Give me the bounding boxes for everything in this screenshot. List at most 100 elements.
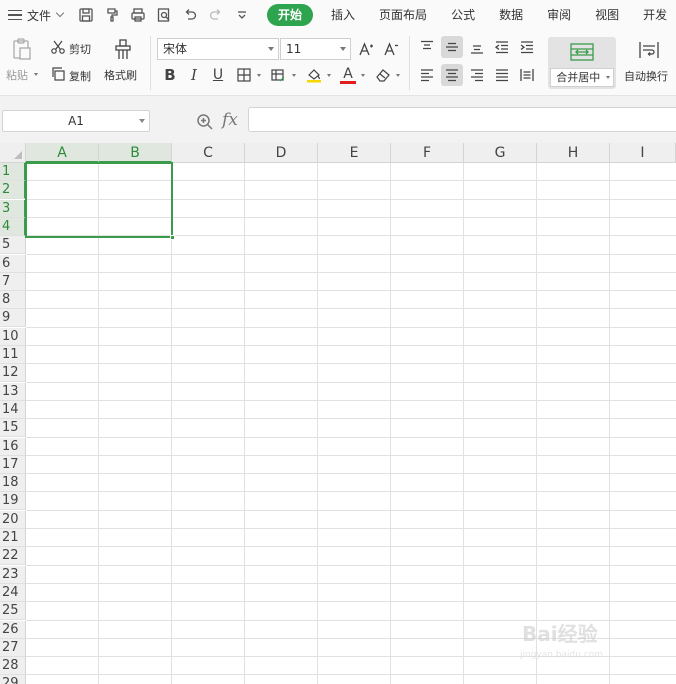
tab-insert[interactable]: 插入: [319, 0, 367, 30]
row-header-13[interactable]: 13: [0, 382, 26, 401]
column-header-g[interactable]: G: [464, 143, 537, 163]
distributed-align-button[interactable]: [516, 64, 538, 86]
font-size-select[interactable]: 11: [280, 38, 351, 60]
column-header-i[interactable]: I: [610, 143, 676, 163]
row-header-24[interactable]: 24: [0, 583, 26, 602]
wrap-text-button[interactable]: 自动换行: [622, 36, 676, 88]
bold-button[interactable]: B: [159, 64, 181, 86]
row-header-11[interactable]: 11: [0, 346, 26, 364]
fill-color-dropdown-arrow[interactable]: [327, 74, 331, 77]
redo-icon[interactable]: [205, 4, 227, 26]
fx-button[interactable]: fx: [222, 110, 238, 130]
column-header-e[interactable]: E: [318, 143, 391, 163]
increase-indent-button[interactable]: [516, 36, 538, 58]
tab-developer[interactable]: 开发: [631, 0, 676, 30]
row-header-2[interactable]: 2: [0, 181, 26, 200]
column-header-b[interactable]: B: [99, 143, 172, 163]
select-all-corner[interactable]: [0, 143, 26, 163]
print-icon[interactable]: [127, 4, 149, 26]
justify-button[interactable]: [491, 64, 513, 86]
row-header-18[interactable]: 18: [0, 474, 26, 493]
align-center-button[interactable]: [441, 64, 463, 86]
row-header-1[interactable]: 1: [0, 163, 26, 181]
tab-view[interactable]: 视图: [583, 0, 631, 30]
borders-button[interactable]: [233, 64, 255, 86]
row-header-27[interactable]: 27: [0, 638, 26, 657]
font-color-dropdown-arrow[interactable]: [361, 74, 365, 77]
row-header-26[interactable]: 26: [0, 620, 26, 639]
fill-pattern-dropdown-arrow[interactable]: [292, 74, 296, 77]
row-header-22[interactable]: 22: [0, 547, 26, 566]
row-header-12[interactable]: 12: [0, 364, 26, 383]
column-header-a[interactable]: A: [26, 143, 99, 163]
align-middle-button[interactable]: [441, 36, 463, 58]
decrease-indent-button[interactable]: [491, 36, 513, 58]
row-gridline: [26, 290, 676, 292]
row-header-9[interactable]: 9: [0, 309, 26, 328]
row-header-19[interactable]: 19: [0, 492, 26, 511]
print-preview-icon[interactable]: [153, 4, 175, 26]
align-right-button[interactable]: [466, 64, 488, 86]
underline-button[interactable]: U: [207, 64, 229, 86]
name-box[interactable]: A1: [2, 110, 150, 132]
font-color-button[interactable]: A: [337, 64, 359, 86]
row-header-20[interactable]: 20: [0, 510, 26, 529]
customize-icon[interactable]: [231, 4, 253, 26]
row-header-10[interactable]: 10: [0, 327, 26, 346]
italic-button[interactable]: I: [183, 64, 205, 86]
font-name-select[interactable]: 宋体: [157, 38, 279, 60]
row-header-25[interactable]: 25: [0, 602, 26, 621]
fill-pattern-button[interactable]: [267, 64, 289, 86]
fill-handle[interactable]: [170, 235, 175, 240]
column-header-d[interactable]: D: [245, 143, 318, 163]
align-left-button[interactable]: [416, 64, 438, 86]
merge-center-button[interactable]: 合并居中: [548, 37, 616, 89]
column-header-c[interactable]: C: [172, 143, 245, 163]
cut-button[interactable]: 剪切: [48, 38, 98, 58]
chevron-down-icon: [268, 47, 274, 51]
file-menu[interactable]: 文件: [0, 0, 65, 30]
row-header-7[interactable]: 7: [0, 272, 26, 291]
increase-font-button[interactable]: [355, 38, 377, 60]
tab-data[interactable]: 数据: [487, 0, 535, 30]
row-header-15[interactable]: 15: [0, 419, 26, 438]
align-bottom-button[interactable]: [466, 36, 488, 58]
row-header-14[interactable]: 14: [0, 400, 26, 419]
align-top-button[interactable]: [416, 36, 438, 58]
borders-dropdown-arrow[interactable]: [257, 74, 261, 77]
paste-button[interactable]: 粘贴: [5, 36, 39, 88]
row-header-23[interactable]: 23: [0, 565, 26, 584]
spreadsheet-grid[interactable]: A B C D E F G H I 1 2 3 4 5 6 7 8 9 10 11 12 13 14 15 16 17 18 19 20…: [0, 143, 676, 684]
paste-dropdown-arrow[interactable]: [34, 73, 38, 76]
format-painter-quick-icon[interactable]: [101, 4, 123, 26]
clear-format-dropdown-arrow[interactable]: [396, 74, 400, 77]
row-header-21[interactable]: 21: [0, 529, 26, 547]
undo-icon[interactable]: [179, 4, 201, 26]
row-header-6[interactable]: 6: [0, 254, 26, 273]
tab-home[interactable]: 开始: [267, 4, 314, 26]
tab-review[interactable]: 审阅: [535, 0, 583, 30]
clear-format-button[interactable]: [372, 64, 394, 86]
row-header-3[interactable]: 3: [0, 199, 26, 218]
formula-input[interactable]: [248, 107, 676, 132]
align-middle-icon: [446, 42, 458, 52]
decrease-font-button[interactable]: [380, 38, 402, 60]
copy-button[interactable]: 复制: [48, 65, 98, 85]
zoom-icon[interactable]: [196, 113, 214, 131]
cell-selection-a1-b4[interactable]: [25, 162, 175, 240]
row-header-16[interactable]: 16: [0, 437, 26, 456]
fill-color-button[interactable]: [303, 64, 325, 86]
row-header-17[interactable]: 17: [0, 455, 26, 474]
row-header-28[interactable]: 28: [0, 657, 26, 676]
tab-formulas[interactable]: 公式: [439, 0, 487, 30]
column-header-f[interactable]: F: [391, 143, 464, 163]
save-icon[interactable]: [75, 4, 97, 26]
row-header-5[interactable]: 5: [0, 236, 26, 255]
format-painter-button[interactable]: 格式刷: [103, 36, 143, 88]
column-header-h[interactable]: H: [537, 143, 610, 163]
tab-page-layout[interactable]: 页面布局: [367, 0, 439, 30]
row-header-8[interactable]: 8: [0, 291, 26, 310]
row-header-4[interactable]: 4: [0, 217, 26, 236]
merge-center-label-box[interactable]: 合并居中: [550, 68, 614, 87]
row-header-29[interactable]: 29: [0, 675, 26, 684]
